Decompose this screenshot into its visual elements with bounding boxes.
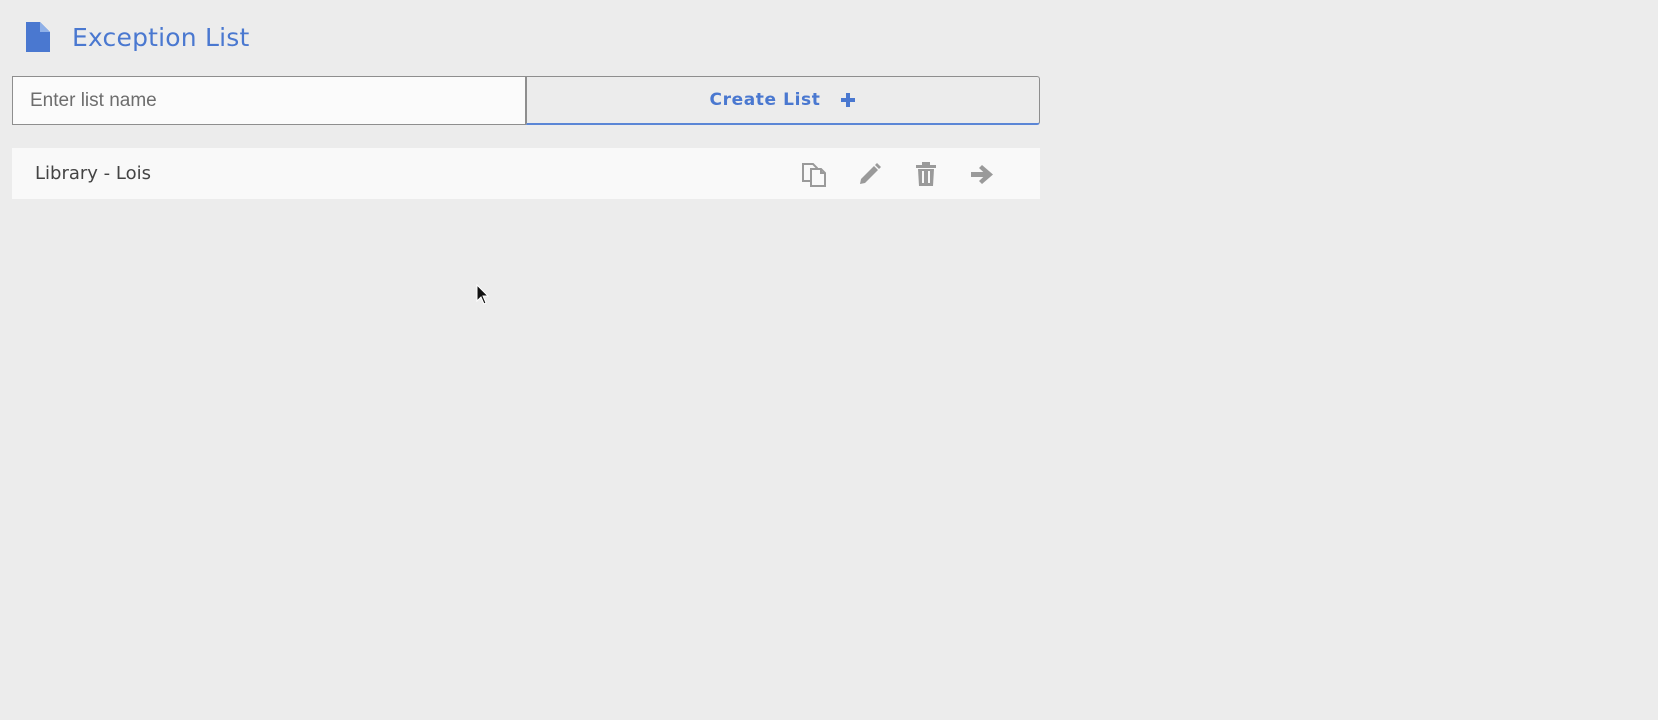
list-item[interactable]: Library - Lois (12, 148, 1040, 199)
create-list-form: Create List (12, 76, 1040, 125)
delete-icon[interactable] (911, 159, 941, 189)
document-icon (24, 20, 52, 54)
copy-icon[interactable] (799, 159, 829, 189)
edit-icon[interactable] (855, 159, 885, 189)
mouse-pointer-icon (476, 283, 490, 306)
open-arrow-icon[interactable] (967, 159, 997, 189)
create-list-button[interactable]: Create List (526, 76, 1040, 125)
plus-icon (840, 92, 856, 108)
create-list-button-label: Create List (709, 90, 821, 110)
list-item-actions (799, 158, 997, 190)
list-item-name: Library - Lois (35, 163, 151, 184)
page-title: Exception List (72, 22, 250, 52)
list-name-input[interactable] (12, 76, 526, 125)
page-header: Exception List (24, 20, 249, 54)
